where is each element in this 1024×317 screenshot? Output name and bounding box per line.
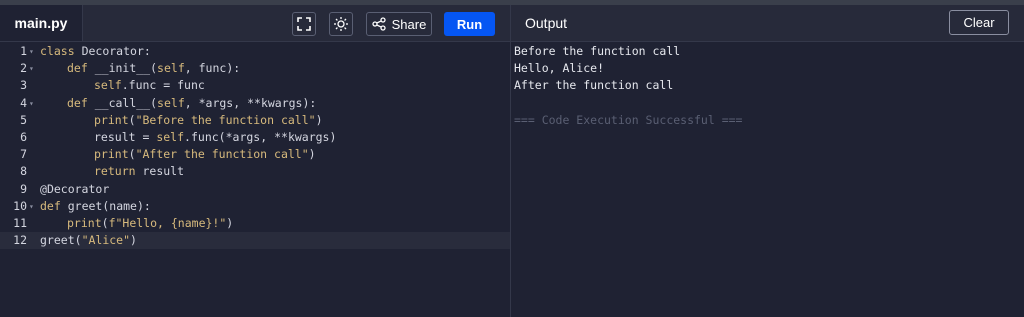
sun-icon (334, 17, 348, 31)
code-text: def __call__(self, *args, **kwargs): (67, 95, 317, 110)
code-text: def greet(name): (40, 198, 151, 213)
clear-button[interactable]: Clear (949, 10, 1009, 35)
status-message: === Code Execution Successful === (514, 112, 743, 127)
code-text: return result (94, 164, 185, 179)
line-number: 8 (20, 164, 27, 179)
fold-icon[interactable]: ▾ (29, 43, 34, 60)
code-line[interactable]: 12 greet("Alice") (0, 232, 510, 250)
output-line: After the function call (514, 78, 674, 93)
line-number: 11 (13, 215, 27, 230)
line-number: 4 (20, 95, 27, 110)
fold-icon[interactable]: ▾ (29, 198, 34, 215)
code-line[interactable]: 9 @Decorator (0, 181, 510, 198)
code-line[interactable]: 1 ▾ class Decorator: (0, 43, 510, 60)
code-editor[interactable]: 1 ▾ class Decorator: 2 ▾ def __init__(self, f… (0, 43, 510, 250)
expand-icon (297, 17, 311, 31)
code-line[interactable]: 7 print("After the function call") (0, 146, 510, 163)
line-number: 10 (13, 198, 27, 213)
theme-toggle-button[interactable] (329, 12, 353, 36)
line-number: 3 (20, 78, 27, 93)
fullscreen-button[interactable] (292, 12, 316, 36)
editor-panel: main.py Share Run 1 ▾ class Decorator: 2… (0, 5, 510, 317)
output-header: Output Clear (511, 5, 1024, 42)
share-label: Share (391, 16, 427, 32)
code-text: result = self.func(*args, **kwargs) (94, 129, 337, 144)
code-text: greet("Alice") (40, 233, 137, 248)
code-line[interactable]: 11 print(f"Hello, {name}!") (0, 215, 510, 232)
code-text: class Decorator: (40, 44, 151, 58)
code-text: def __init__(self, func): (67, 61, 241, 76)
code-line[interactable]: 10 ▾ def greet(name): (0, 198, 510, 215)
output-line: Hello, Alice! (514, 61, 605, 76)
share-icon (371, 17, 386, 31)
code-text: print("After the function call") (94, 147, 316, 162)
code-line[interactable]: 2 ▾ def __init__(self, func): (0, 60, 510, 77)
line-number: 5 (20, 112, 27, 127)
code-text: print("Before the function call") (94, 112, 323, 127)
code-line[interactable]: 8 return result (0, 163, 510, 180)
line-number: 7 (20, 147, 27, 162)
output-console: Before the function call Hello, Alice! Aft… (514, 43, 742, 129)
output-line: Before the function call (514, 44, 681, 58)
code-text: @Decorator (40, 181, 110, 196)
code-line[interactable]: 4 ▾ def __call__(self, *args, **kwargs): (0, 95, 510, 112)
code-line[interactable]: 5 print("Before the function call") (0, 112, 510, 129)
line-number: 1 (20, 44, 27, 58)
code-line[interactable]: 6 result = self.func(*args, **kwargs) (0, 129, 510, 146)
tab-main-py[interactable]: main.py (0, 5, 83, 41)
code-text: print(f"Hello, {name}!") (67, 215, 234, 230)
code-text: self.func = func (94, 78, 205, 93)
share-button[interactable]: Share (366, 12, 432, 36)
editor-toolbar: main.py Share Run (0, 5, 510, 42)
line-number: 6 (20, 129, 27, 144)
line-number: 9 (20, 181, 27, 196)
fold-icon[interactable]: ▾ (29, 95, 34, 112)
output-panel: Output Clear Before the function call Hel… (511, 5, 1024, 317)
run-button[interactable]: Run (444, 12, 495, 36)
fold-icon[interactable]: ▾ (29, 60, 34, 77)
line-number: 12 (13, 233, 27, 248)
code-line[interactable]: 3 self.func = func (0, 77, 510, 94)
output-title: Output (525, 15, 568, 31)
line-number: 2 (20, 61, 27, 76)
